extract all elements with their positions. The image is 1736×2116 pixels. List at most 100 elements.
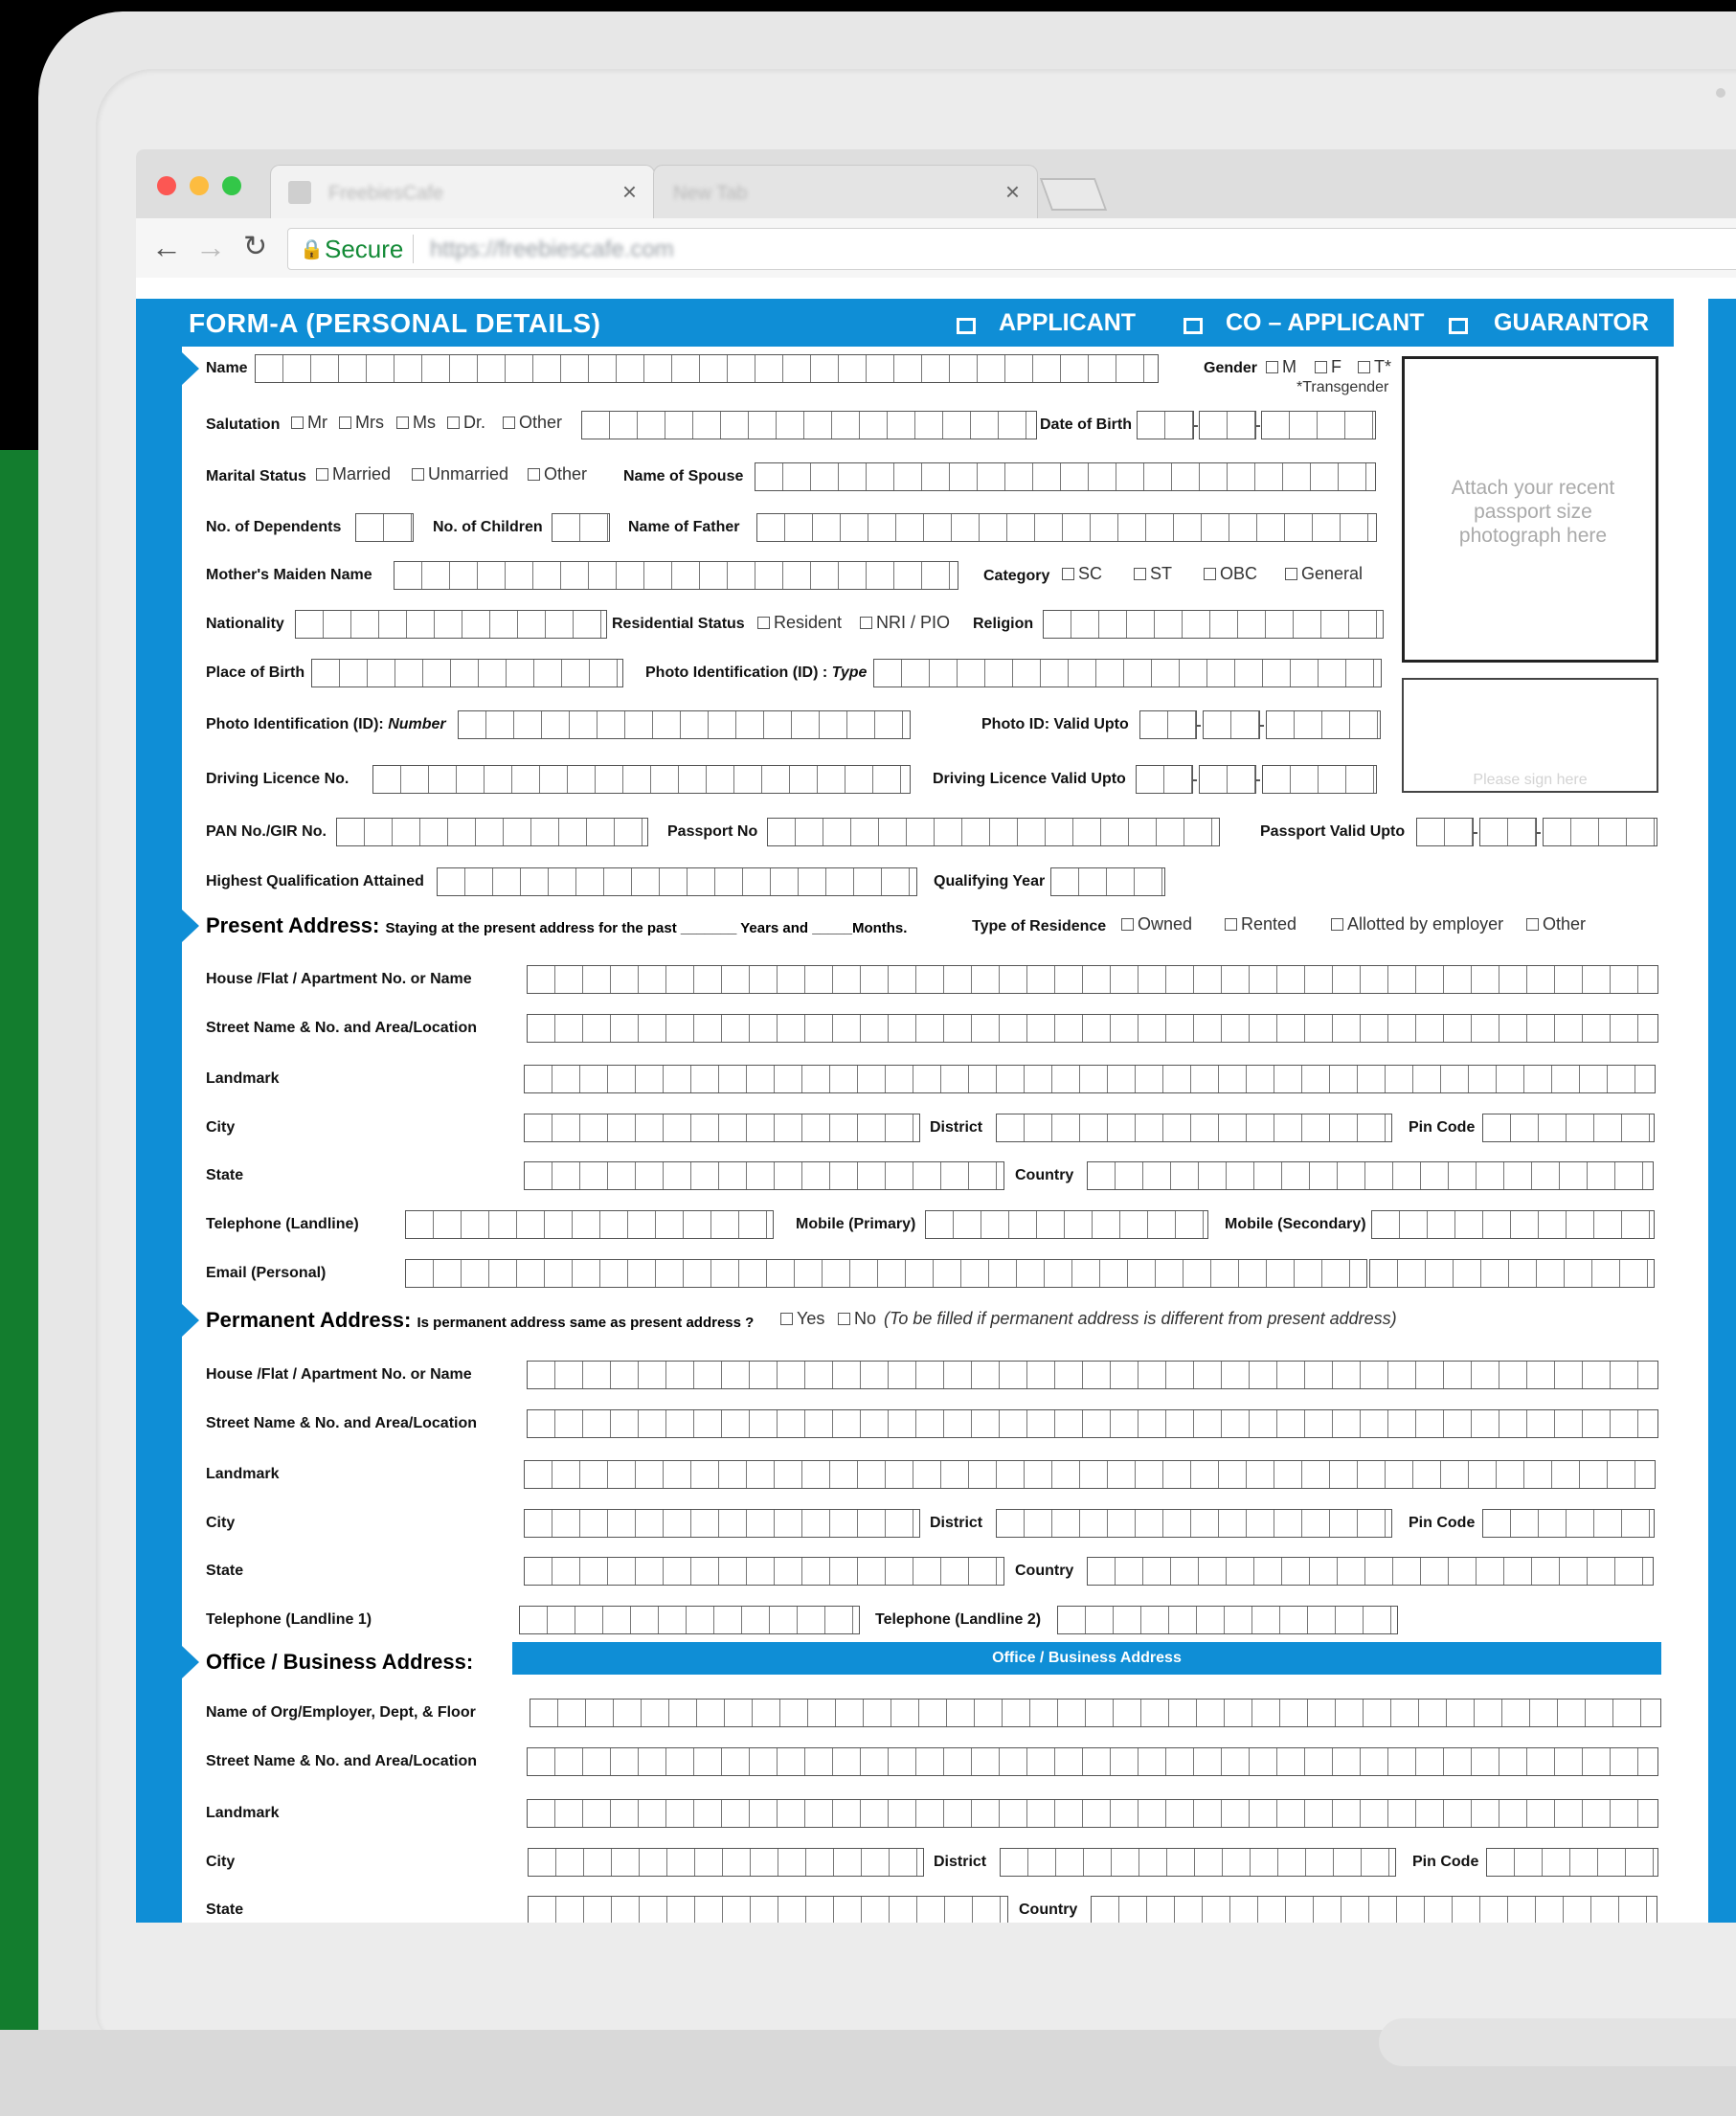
permanent-no[interactable]: No bbox=[838, 1309, 876, 1329]
perm-city-field[interactable] bbox=[524, 1509, 920, 1538]
perm-street-field[interactable] bbox=[527, 1409, 1658, 1438]
present-district-field[interactable] bbox=[996, 1114, 1392, 1142]
present-house-field[interactable] bbox=[527, 965, 1658, 994]
salutation-mrs[interactable]: Mrs bbox=[339, 413, 384, 433]
residence-other[interactable]: Other bbox=[1526, 914, 1586, 934]
checkbox-icon[interactable] bbox=[412, 468, 424, 481]
mobile-secondary-field[interactable] bbox=[1371, 1210, 1655, 1239]
dl-valid-month[interactable] bbox=[1199, 765, 1256, 794]
category-st[interactable]: ST bbox=[1134, 564, 1172, 584]
present-country-field[interactable] bbox=[1087, 1161, 1654, 1190]
checkbox-icon[interactable] bbox=[1204, 568, 1216, 580]
category-obc[interactable]: OBC bbox=[1204, 564, 1257, 584]
marital-unmarried[interactable]: Unmarried bbox=[412, 464, 508, 484]
url-text[interactable]: https://freebiescafe.com bbox=[430, 236, 674, 263]
office-pin-field[interactable] bbox=[1486, 1848, 1658, 1877]
tab-new-tab[interactable]: New Tab × bbox=[653, 165, 1038, 219]
photo-id-type-field[interactable] bbox=[873, 659, 1382, 687]
perm-landmark-field[interactable] bbox=[524, 1460, 1656, 1489]
mobile-primary-field[interactable] bbox=[925, 1210, 1208, 1239]
checkbox-icon[interactable] bbox=[1358, 361, 1370, 373]
perm-tel1-field[interactable] bbox=[519, 1606, 860, 1634]
checkbox-icon[interactable] bbox=[1121, 918, 1134, 931]
category-general[interactable]: General bbox=[1285, 564, 1363, 584]
minimize-window-icon[interactable] bbox=[190, 176, 209, 195]
residence-allotted[interactable]: Allotted by employer bbox=[1331, 914, 1503, 934]
tab-close-icon[interactable]: × bbox=[1005, 177, 1020, 207]
photo-id-number-field[interactable] bbox=[458, 710, 911, 739]
birthplace-field[interactable] bbox=[311, 659, 623, 687]
checkbox-icon[interactable] bbox=[291, 416, 304, 429]
dl-valid-year[interactable] bbox=[1262, 765, 1377, 794]
nationality-field[interactable] bbox=[295, 610, 607, 639]
present-pin-field[interactable] bbox=[1482, 1114, 1655, 1142]
checkbox-icon[interactable] bbox=[339, 416, 351, 429]
gender-m-option[interactable]: M bbox=[1266, 357, 1296, 377]
office-district-field[interactable] bbox=[1000, 1848, 1396, 1877]
co-applicant-checkbox[interactable] bbox=[1184, 318, 1203, 334]
category-sc[interactable]: SC bbox=[1062, 564, 1102, 584]
checkbox-icon[interactable] bbox=[316, 468, 328, 481]
reload-icon[interactable]: ↻ bbox=[243, 230, 267, 263]
present-state-field[interactable] bbox=[524, 1161, 1004, 1190]
qualification-field[interactable] bbox=[437, 867, 917, 896]
gender-t-option[interactable]: T* bbox=[1358, 357, 1391, 377]
present-street-field[interactable] bbox=[527, 1014, 1658, 1043]
dob-year-field[interactable] bbox=[1261, 411, 1376, 439]
checkbox-icon[interactable] bbox=[503, 416, 515, 429]
checkbox-icon[interactable] bbox=[1526, 918, 1539, 931]
email-field[interactable] bbox=[405, 1259, 1367, 1288]
tab-freebiescafe[interactable]: FreebiesCafe × bbox=[270, 165, 655, 219]
present-landmark-field[interactable] bbox=[524, 1065, 1656, 1093]
address-bar[interactable]: 🔒 Secure https://freebiescafe.com bbox=[287, 228, 1736, 270]
father-field[interactable] bbox=[756, 513, 1377, 542]
perm-pin-field[interactable] bbox=[1482, 1509, 1655, 1538]
checkbox-icon[interactable] bbox=[447, 416, 460, 429]
back-arrow-icon[interactable]: ← bbox=[151, 230, 182, 265]
dependents-field[interactable] bbox=[355, 513, 414, 542]
name-field[interactable] bbox=[255, 354, 1159, 383]
spouse-field[interactable] bbox=[755, 462, 1376, 491]
checkbox-icon[interactable] bbox=[780, 1313, 793, 1325]
checkbox-icon[interactable] bbox=[1315, 361, 1327, 373]
marital-married[interactable]: Married bbox=[316, 464, 391, 484]
close-window-icon[interactable] bbox=[157, 176, 176, 195]
perm-state-field[interactable] bbox=[524, 1557, 1004, 1586]
children-field[interactable] bbox=[552, 513, 610, 542]
checkbox-icon[interactable] bbox=[1225, 918, 1237, 931]
passport-valid-day[interactable] bbox=[1416, 818, 1474, 846]
forward-arrow-icon[interactable]: → bbox=[195, 230, 226, 265]
checkbox-icon[interactable] bbox=[1266, 361, 1278, 373]
checkbox-icon[interactable] bbox=[396, 416, 409, 429]
office-street-field[interactable] bbox=[527, 1747, 1658, 1776]
tab-close-icon[interactable]: × bbox=[622, 177, 637, 207]
pan-field[interactable] bbox=[336, 818, 648, 846]
photo-id-valid-day[interactable] bbox=[1139, 710, 1197, 739]
residence-rented[interactable]: Rented bbox=[1225, 914, 1296, 934]
dob-month-field[interactable] bbox=[1199, 411, 1256, 439]
permanent-yes[interactable]: Yes bbox=[780, 1309, 824, 1329]
photo-box[interactable]: Attach your recent passport size photogr… bbox=[1402, 356, 1658, 663]
gender-f-option[interactable]: F bbox=[1315, 357, 1341, 377]
present-telephone-field[interactable] bbox=[405, 1210, 774, 1239]
checkbox-icon[interactable] bbox=[1134, 568, 1146, 580]
passport-field[interactable] bbox=[767, 818, 1220, 846]
resident-option[interactable]: Resident bbox=[757, 613, 842, 633]
applicant-checkbox[interactable] bbox=[957, 318, 976, 334]
salutation-ms[interactable]: Ms bbox=[396, 413, 436, 433]
maximize-window-icon[interactable] bbox=[222, 176, 241, 195]
office-country-field[interactable] bbox=[1091, 1896, 1657, 1923]
checkbox-icon[interactable] bbox=[860, 617, 872, 629]
signature-box[interactable]: Please sign here bbox=[1402, 678, 1658, 793]
maiden-field[interactable] bbox=[394, 561, 958, 590]
religion-field[interactable] bbox=[1043, 610, 1384, 639]
office-city-field[interactable] bbox=[528, 1848, 924, 1877]
qual-year-field[interactable] bbox=[1050, 867, 1165, 896]
checkbox-icon[interactable] bbox=[838, 1313, 850, 1325]
photo-id-valid-month[interactable] bbox=[1203, 710, 1260, 739]
checkbox-icon[interactable] bbox=[757, 617, 770, 629]
residence-owned[interactable]: Owned bbox=[1121, 914, 1192, 934]
office-state-field[interactable] bbox=[528, 1896, 1008, 1923]
perm-house-field[interactable] bbox=[527, 1361, 1658, 1389]
dl-field[interactable] bbox=[372, 765, 911, 794]
